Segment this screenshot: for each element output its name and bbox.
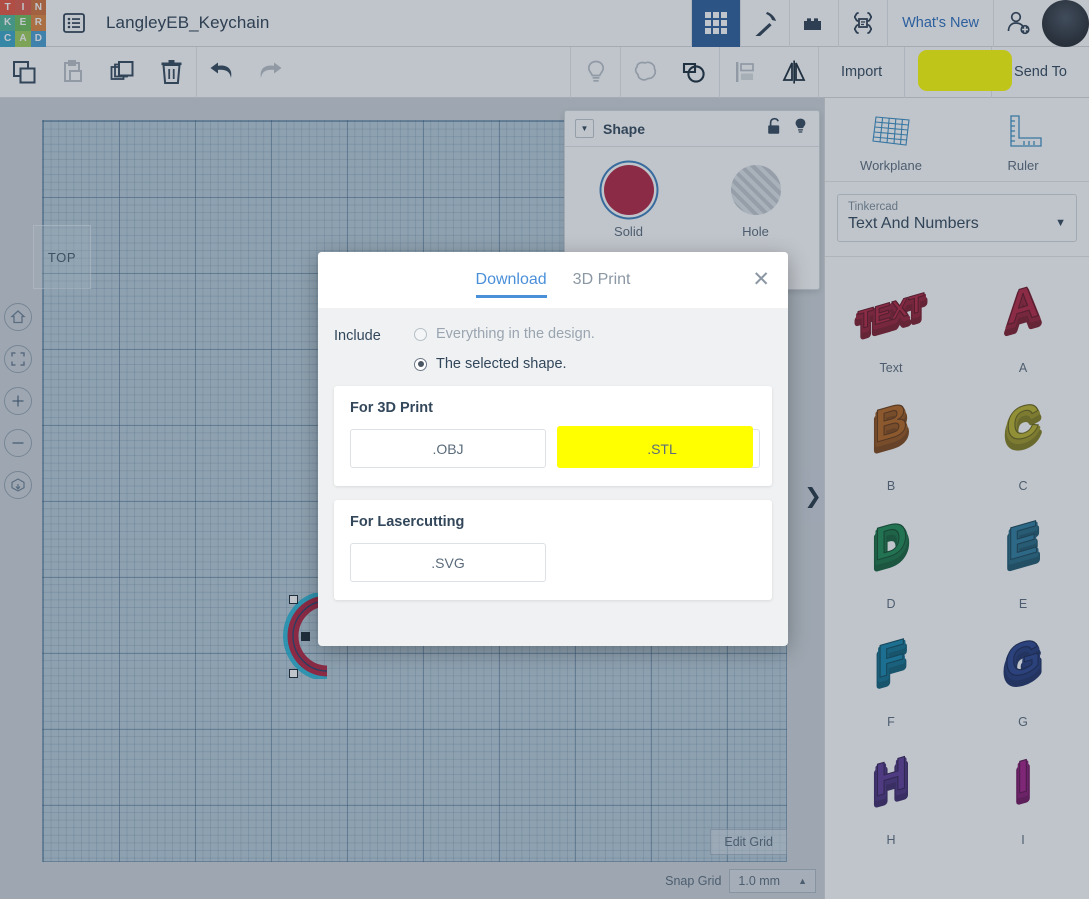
modal-header: Download 3D Print ✕ [318,252,788,308]
radio-everything-label: Everything in the design. [436,326,595,342]
section-lasercutting-title: For Lasercutting [350,514,465,530]
include-label: Include [334,328,381,344]
radio-everything-input[interactable] [414,327,427,341]
radio-selected-shape[interactable]: The selected shape. [414,356,595,372]
radio-everything[interactable]: Everything in the design. [414,326,595,342]
obj-label: .OBJ [432,440,464,457]
close-icon[interactable]: ✕ [752,269,770,290]
section-3d-print: For 3D Print .OBJ .STL [334,386,772,486]
download-obj-button[interactable]: .OBJ [350,429,546,468]
format-buttons-3d: .OBJ .STL [350,426,760,468]
svg-label: .SVG [431,554,465,571]
export-modal: Download 3D Print ✕ Include Everything i… [318,252,788,646]
tinkercad-app: TINKERCAD LangleyEB_Keychain What's New … [0,0,1089,899]
section-3d-print-title: For 3D Print [350,400,433,416]
radio-selected-shape-label: The selected shape. [436,356,567,372]
include-section: Include Everything in the design. The se… [318,308,788,386]
download-stl-button[interactable]: .STL [557,426,760,468]
stl-label: .STL [647,440,677,457]
section-lasercutting: For Lasercutting .SVG [334,500,772,600]
include-options: Everything in the design. The selected s… [414,326,595,386]
tab-download[interactable]: Download [475,252,547,308]
format-buttons-laser: .SVG [350,543,756,582]
download-svg-button[interactable]: .SVG [350,543,546,582]
radio-selected-shape-input[interactable] [414,357,427,371]
tab-3d-print[interactable]: 3D Print [573,252,631,308]
